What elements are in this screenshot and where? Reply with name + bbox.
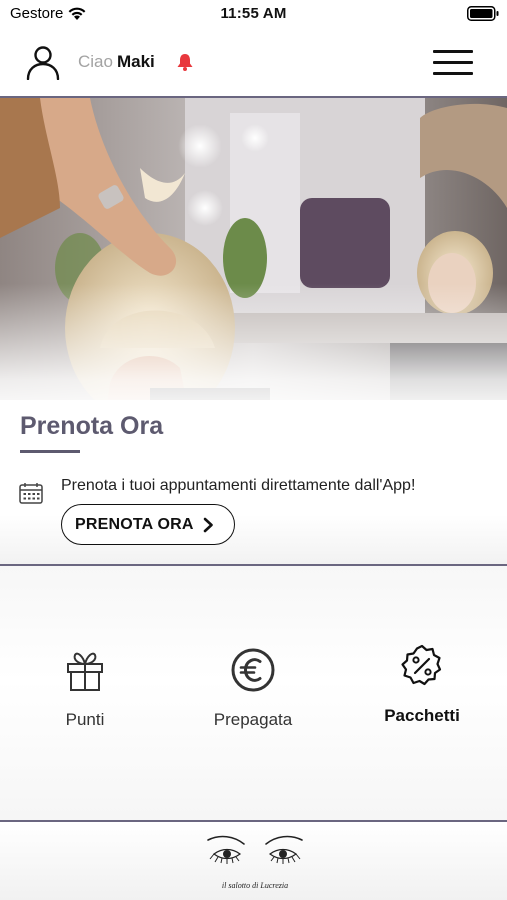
battery-icon xyxy=(467,6,499,21)
feature-label: Pacchetti xyxy=(384,706,460,725)
status-bar: Gestore 11:55 AM xyxy=(0,0,507,28)
bell-icon[interactable] xyxy=(175,52,195,72)
book-now-button[interactable]: PRENOTA ORA xyxy=(61,504,235,545)
chevron-right-icon xyxy=(203,517,213,533)
hero-fade-overlay xyxy=(0,98,507,418)
hamburger-line xyxy=(433,61,473,64)
gift-icon xyxy=(67,652,103,691)
hamburger-line xyxy=(433,50,473,53)
euro-icon xyxy=(231,648,275,692)
hamburger-line xyxy=(433,72,473,75)
footer: il salotto di Lucrezia xyxy=(0,822,507,900)
feature-packages[interactable]: Pacchetti xyxy=(357,644,487,754)
booking-description: Prenota i tuoi appuntamenti direttamente… xyxy=(61,477,416,494)
hero-banner xyxy=(0,98,507,418)
calendar-icon xyxy=(19,483,43,504)
feature-label: Prepagata xyxy=(213,710,293,729)
discount-badge-icon xyxy=(401,644,442,686)
user-name: Maki xyxy=(116,52,155,71)
menu-button[interactable] xyxy=(433,48,473,78)
feature-points[interactable]: Punti xyxy=(20,648,150,758)
booking-section: Prenota Ora Prenota i tuoi appuntamenti … xyxy=(0,400,507,564)
book-now-label: PRENOTA ORA xyxy=(75,516,194,533)
user-icon[interactable] xyxy=(25,44,61,80)
features-grid: Punti Prepagata Pacchetti xyxy=(0,566,507,820)
clock: 11:55 AM xyxy=(220,5,287,22)
logo-wordmark: il salotto di Lucrezia xyxy=(222,881,288,890)
title-underline xyxy=(20,450,80,453)
greeting-prefix: Ciao xyxy=(78,52,113,71)
feature-label: Punti xyxy=(65,710,105,729)
booking-title: Prenota Ora xyxy=(20,412,164,440)
feature-prepaid[interactable]: Prepagata xyxy=(188,648,318,758)
greeting: Ciao Maki xyxy=(78,52,155,72)
app-header: Ciao Maki xyxy=(0,28,507,96)
salon-logo: il salotto di Lucrezia xyxy=(207,835,303,890)
